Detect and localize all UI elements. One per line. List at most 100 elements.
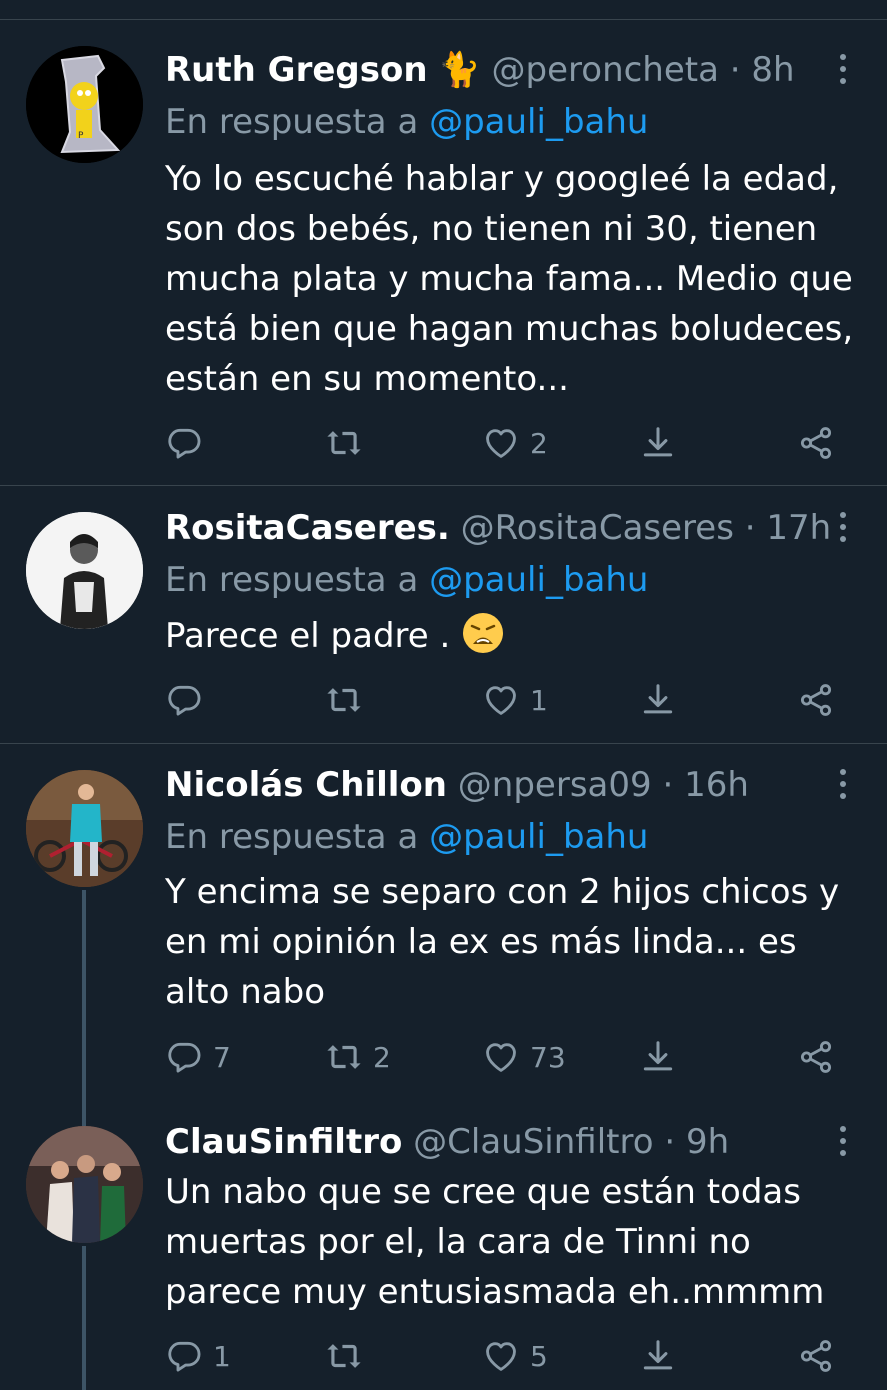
reply-count: 7: [213, 1040, 231, 1074]
download-button[interactable]: [639, 423, 677, 463]
like-button[interactable]: 1: [482, 680, 548, 720]
avatar-image: P: [26, 46, 143, 163]
reply-mention[interactable]: @pauli_bahu: [429, 560, 648, 600]
retweet-count: 2: [373, 1040, 391, 1074]
like-count: 1: [530, 683, 548, 717]
reply-icon: [165, 1337, 203, 1375]
tweet-header: RositaCaseres. @RositaCaseres · 17h: [165, 506, 831, 550]
author-handle[interactable]: @npersa09: [458, 765, 652, 805]
tweet-text: Un nabo que se cree que están todas muer…: [165, 1172, 825, 1312]
like-icon: [482, 424, 520, 462]
author-handle[interactable]: @peroncheta: [492, 50, 719, 90]
reply-prefix: En respuesta a: [165, 102, 419, 142]
tweet-text: Parece el padre .: [165, 616, 451, 656]
avatar-image: [26, 1126, 143, 1243]
reply-count: 1: [213, 1339, 231, 1373]
thread-line: [82, 890, 86, 1130]
like-button[interactable]: 73: [482, 1037, 566, 1077]
retweet-icon: [325, 1038, 363, 1076]
like-count: 2: [530, 426, 548, 460]
avatar[interactable]: [26, 512, 143, 629]
reply-icon: [165, 1038, 203, 1076]
reply-icon: [165, 424, 203, 462]
author-name[interactable]: ClauSinfiltro: [165, 1122, 402, 1162]
reply-icon: [165, 681, 203, 719]
more-icon[interactable]: [828, 765, 858, 805]
timestamp[interactable]: · 8h: [730, 50, 795, 90]
like-button[interactable]: 2: [482, 423, 548, 463]
retweet-button[interactable]: [325, 680, 373, 720]
avatar-image: [26, 770, 143, 887]
share-button[interactable]: [797, 423, 835, 463]
retweet-icon: [325, 1337, 363, 1375]
tweet-header: Nicolás Chillon @npersa09 · 16h: [165, 763, 749, 807]
avatar[interactable]: P: [26, 46, 143, 163]
avatar[interactable]: [26, 1126, 143, 1243]
download-button[interactable]: [639, 1336, 677, 1376]
author-handle[interactable]: @RositaCaseres: [461, 508, 734, 548]
replying-to: En respuesta a @pauli_bahu: [165, 100, 648, 144]
share-button[interactable]: [797, 1336, 835, 1376]
like-button[interactable]: 5: [482, 1336, 548, 1376]
tweet-header: ClauSinfiltro @ClauSinfiltro · 9h: [165, 1120, 729, 1164]
avatar-image: [26, 512, 143, 629]
retweet-button[interactable]: [325, 423, 373, 463]
action-bar: 2: [165, 423, 865, 463]
divider: [0, 743, 887, 744]
author-name[interactable]: RositaCaseres.: [165, 508, 450, 548]
reply-button[interactable]: 1: [165, 1336, 231, 1376]
retweet-icon: [325, 424, 363, 462]
reply-button[interactable]: [165, 680, 213, 720]
tweet-text: Y encima se separo con 2 hijos chicos y …: [165, 872, 840, 1012]
download-icon: [639, 424, 677, 462]
retweet-button[interactable]: 2: [325, 1037, 391, 1077]
like-count: 5: [530, 1339, 548, 1373]
reply-mention[interactable]: @pauli_bahu: [429, 817, 648, 857]
cat-emoji: 🐈: [438, 50, 481, 90]
reply-prefix: En respuesta a: [165, 817, 419, 857]
replying-to: En respuesta a @pauli_bahu: [165, 815, 648, 859]
action-bar: 1 5: [165, 1336, 865, 1376]
download-icon: [639, 1038, 677, 1076]
like-icon: [482, 681, 520, 719]
share-button[interactable]: [797, 680, 835, 720]
share-icon: [797, 681, 835, 719]
author-name[interactable]: Ruth Gregson: [165, 50, 428, 90]
share-icon: [797, 1038, 835, 1076]
download-icon: [639, 1337, 677, 1375]
reply-button[interactable]: 7: [165, 1037, 231, 1077]
reply-mention[interactable]: @pauli_bahu: [429, 102, 648, 142]
retweet-button[interactable]: [325, 1336, 373, 1376]
more-icon[interactable]: [828, 508, 858, 548]
tweet-header: Ruth Gregson 🐈 @peroncheta · 8h: [165, 48, 795, 92]
retweet-icon: [325, 681, 363, 719]
timestamp[interactable]: · 9h: [664, 1122, 729, 1162]
download-button[interactable]: [639, 680, 677, 720]
tweet-text: Yo lo escuché hablar y googleé la edad, …: [165, 159, 854, 399]
thread-line: [82, 1246, 86, 1390]
timestamp[interactable]: · 17h: [745, 508, 831, 548]
weary-face-icon: [463, 613, 504, 653]
like-count: 73: [530, 1040, 566, 1074]
download-icon: [639, 681, 677, 719]
share-button[interactable]: [797, 1037, 835, 1077]
action-bar: 1: [165, 680, 865, 720]
divider: [0, 485, 887, 486]
timestamp[interactable]: · 16h: [662, 765, 748, 805]
top-divider: [0, 19, 887, 20]
avatar[interactable]: [26, 770, 143, 887]
replying-to: En respuesta a @pauli_bahu: [165, 558, 648, 602]
share-icon: [797, 1337, 835, 1375]
action-bar: 7 2 73: [165, 1037, 865, 1077]
like-icon: [482, 1337, 520, 1375]
author-name[interactable]: Nicolás Chillon: [165, 765, 447, 805]
tweet-text-container: Parece el padre .: [165, 611, 865, 661]
author-handle[interactable]: @ClauSinfiltro: [413, 1122, 653, 1162]
more-icon[interactable]: [828, 1122, 858, 1162]
more-icon[interactable]: [828, 50, 858, 90]
share-icon: [797, 424, 835, 462]
reply-button[interactable]: [165, 423, 213, 463]
download-button[interactable]: [639, 1037, 677, 1077]
svg-text:P: P: [78, 131, 84, 141]
reply-prefix: En respuesta a: [165, 560, 419, 600]
